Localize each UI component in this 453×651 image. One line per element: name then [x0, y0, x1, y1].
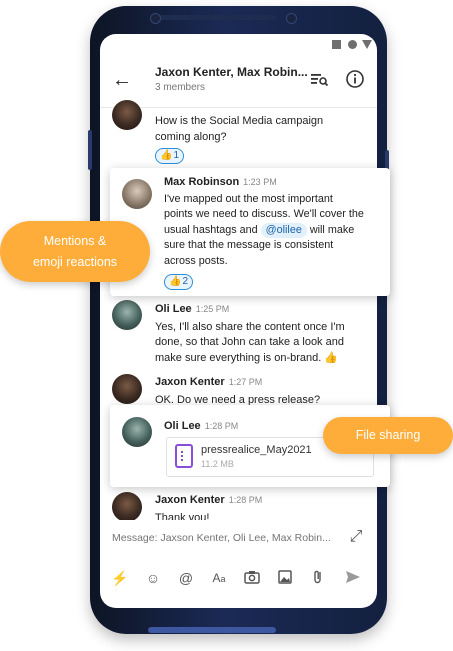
back-arrow-icon[interactable]: ←	[110, 68, 134, 92]
text-format-icon[interactable]: Aa	[209, 568, 229, 588]
file-sharing-callout: File sharing	[323, 417, 453, 454]
members-count[interactable]: 3 members	[155, 82, 205, 93]
wifi-icon	[348, 40, 357, 49]
avatar[interactable]	[122, 417, 152, 447]
callout-line: emoji reactions	[32, 255, 118, 269]
message-header: Oli Lee 1:28 PM	[164, 419, 238, 435]
timestamp: 1:28 PM	[228, 495, 263, 505]
message-line: points we need to discuss. We'll cover t…	[164, 208, 364, 220]
sensor	[286, 13, 297, 24]
message-composer: ⤢	[100, 520, 377, 556]
message-line: across posts.	[164, 254, 228, 267]
message-line: coming along?	[155, 130, 227, 143]
phone-speaker	[158, 15, 276, 20]
file-icon	[175, 444, 193, 468]
mentions-callout: Mentions & emoji reactions	[0, 221, 150, 282]
file-size: 11.2 MB	[201, 459, 234, 469]
volume-button	[88, 130, 92, 170]
file-name[interactable]: pressrealice_May2021	[201, 444, 312, 456]
timestamp: 1:25 PM	[195, 304, 230, 314]
image-icon[interactable]	[275, 568, 295, 588]
chat-title[interactable]: Jaxon Kenter, Max Robin...	[155, 65, 308, 79]
sender-name[interactable]: Jaxon Kenter	[155, 376, 225, 388]
timestamp: 1:27 PM	[228, 377, 263, 387]
sender-name[interactable]: Oli Lee	[155, 303, 192, 315]
message-line: Yes, I'll also share the content once I'…	[155, 320, 345, 333]
emoji-reaction[interactable]: 👍2	[164, 274, 194, 290]
expand-icon[interactable]: ⤢	[347, 528, 365, 546]
info-icon[interactable]	[344, 68, 366, 90]
phone-bottom-edge	[148, 627, 276, 633]
thumbs-up-icon: 👍	[169, 276, 182, 287]
message-line: I've mapped out the most important	[164, 192, 333, 205]
message-line: How is the Social Media campaign	[155, 115, 324, 127]
avatar[interactable]	[112, 100, 142, 130]
message-line: make sure everything is on-brand.	[155, 351, 322, 364]
reaction-count: 1	[173, 150, 180, 161]
camera-icon[interactable]	[242, 568, 262, 588]
send-icon[interactable]	[343, 568, 363, 588]
timestamp: 1:28 PM	[204, 421, 239, 431]
search-messages-icon[interactable]	[308, 68, 330, 90]
emoji-reaction[interactable]: 👍1	[155, 148, 185, 164]
user-mention[interactable]: @olilee	[260, 222, 307, 238]
at-icon[interactable]: @	[176, 568, 196, 588]
timestamp: 1:23 PM	[243, 177, 277, 187]
message-line: will make	[309, 223, 355, 236]
message: Max Robinson 1:23 PM I've mapped out the …	[164, 175, 364, 269]
avatar[interactable]	[112, 492, 142, 522]
thumbs-up-icon: 👍	[324, 351, 339, 364]
battery-icon	[362, 40, 372, 49]
avatar[interactable]	[112, 300, 142, 330]
message-input[interactable]	[110, 528, 336, 548]
emoji-icon[interactable]: ☺	[143, 568, 163, 588]
lightning-icon[interactable]: ⚡	[110, 568, 130, 588]
reaction-count: 2	[182, 276, 189, 287]
message-line: sure that the message is consistent	[164, 239, 334, 251]
message: Jaxon Kenter 1:27 PM OK. Do we need a pre…	[155, 375, 320, 408]
signal-icon	[332, 40, 341, 49]
front-camera	[150, 13, 161, 24]
highlighted-message-card: Max Robinson 1:23 PM I've mapped out the …	[110, 168, 390, 296]
avatar[interactable]	[122, 179, 152, 209]
thumbs-up-icon: 👍	[160, 150, 173, 161]
status-bar	[100, 34, 377, 56]
message-line: usual hashtags and	[164, 223, 258, 236]
message-text: How is the Social Media campaign coming …	[155, 114, 323, 145]
app-screen: ← Jaxon Kenter, Max Robin... 3 members H…	[100, 34, 377, 608]
chat-header: ← Jaxon Kenter, Max Robin... 3 members	[100, 56, 377, 106]
message: Oli Lee 1:25 PM Yes, I'll also share the …	[155, 302, 345, 366]
message-line: done, so that John can take a look and	[155, 336, 344, 348]
sender-name[interactable]: Max Robinson	[164, 176, 239, 188]
sender-name[interactable]: Jaxon Kenter	[155, 494, 225, 506]
sender-name[interactable]: Oli Lee	[164, 420, 201, 432]
avatar[interactable]	[112, 374, 142, 404]
attachment-icon[interactable]	[308, 568, 328, 588]
composer-toolbar: ⚡ ☺ @ Aa	[100, 562, 377, 594]
callout-line: Mentions &	[43, 234, 107, 248]
header-divider	[100, 107, 377, 108]
